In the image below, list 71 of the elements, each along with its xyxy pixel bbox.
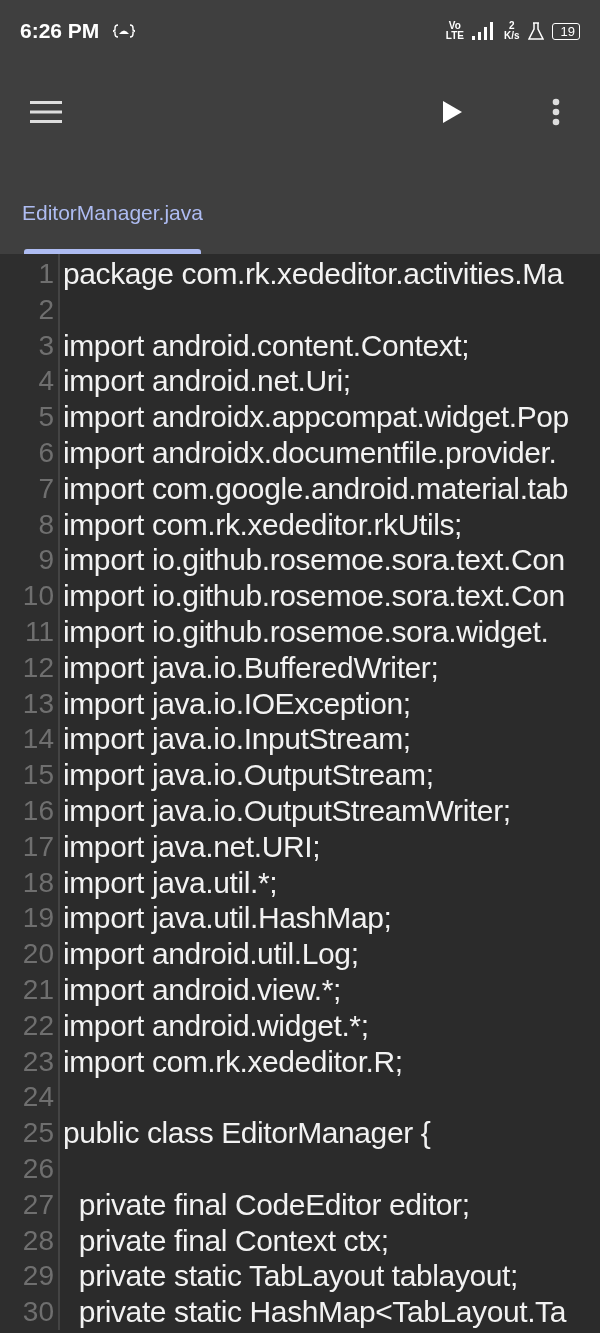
more-button[interactable]: [552, 98, 560, 126]
code-line: import java.io.IOException;: [63, 685, 411, 722]
run-button[interactable]: [442, 101, 462, 123]
menu-button[interactable]: [30, 101, 62, 123]
code-line: import java.io.InputStream;: [63, 721, 411, 758]
battery-level: 19: [551, 22, 580, 40]
code-line: import android.view.*;: [63, 971, 341, 1008]
code-line: import com.rk.xededitor.rkUtils;: [63, 506, 462, 543]
code-line: import java.io.OutputStream;: [63, 757, 434, 793]
code-line: import java.io.BufferedWriter;: [63, 649, 439, 686]
line-number: 29: [22, 1259, 55, 1294]
line-number: 24: [22, 1080, 55, 1115]
code-line: import android.util.Log;: [63, 936, 359, 972]
code-line: import java.net.URI;: [63, 828, 321, 865]
code-line: private static HashMap<TabLayout.Ta: [77, 1294, 566, 1330]
status-time: 6:26 PM: [20, 19, 100, 43]
code-line: import io.github.rosemoe.sora.widget.: [63, 613, 549, 650]
code-line: import android.net.Uri;: [63, 363, 351, 400]
play-icon: [442, 101, 462, 123]
code-line: import java.util.HashMap;: [63, 900, 392, 937]
code-line: private final CodeEditor editor;: [77, 1186, 470, 1223]
line-number: 10: [22, 579, 55, 614]
code-line: import android.content.Context;: [63, 327, 470, 364]
line-number: 2: [38, 292, 55, 327]
line-number: 27: [22, 1187, 55, 1222]
signal-icon: [471, 22, 496, 40]
network-speed: 2 K/s: [503, 21, 520, 41]
code-line: import io.github.rosemoe.sora.text.Con: [63, 542, 565, 579]
line-number: 17: [22, 829, 55, 864]
more-icon: [552, 98, 560, 126]
line-number: 9: [38, 543, 55, 578]
code-line: package com.rk.xededitor.activities.Ma: [63, 256, 564, 292]
line-number: 28: [22, 1223, 55, 1258]
line-number: 14: [22, 722, 55, 757]
code-line: private static TabLayout tablayout;: [77, 1258, 518, 1295]
code-line: import androidx.appcompat.widget.Pop: [63, 399, 569, 435]
code-line: import java.io.OutputStreamWriter;: [63, 792, 511, 829]
line-number: 12: [22, 650, 55, 685]
code-line: import androidx.documentfile.provider.: [63, 435, 557, 471]
line-number: 23: [22, 1044, 55, 1079]
line-number: 7: [38, 471, 55, 506]
code-line: import java.util.*;: [63, 864, 278, 901]
line-number: 16: [22, 793, 55, 828]
menu-icon: [30, 101, 62, 123]
line-number: 30: [22, 1295, 55, 1330]
line-number: 6: [38, 436, 55, 470]
line-number: 4: [38, 364, 55, 399]
line-number: 26: [22, 1151, 55, 1186]
line-number: 22: [22, 1008, 55, 1043]
line-number: 15: [22, 758, 55, 793]
code-line: import io.github.rosemoe.sora.text.Con: [63, 578, 565, 614]
line-number: 25: [22, 1116, 55, 1151]
line-number: 18: [22, 865, 55, 900]
line-number: 11: [24, 614, 55, 649]
code-line: private final Context ctx;: [77, 1222, 389, 1259]
network-type: Vo LTE: [445, 21, 464, 41]
line-number: 21: [22, 972, 55, 1007]
code-line: import com.rk.xededitor.R;: [63, 1043, 403, 1080]
flask-icon: [527, 22, 544, 40]
code-line: import android.widget.*;: [63, 1007, 369, 1044]
line-number: 5: [38, 400, 55, 435]
file-tab[interactable]: EditorManager.java: [22, 162, 203, 254]
line-number: 3: [38, 328, 55, 363]
line-number: 1: [38, 257, 55, 291]
line-number: 19: [22, 901, 55, 936]
line-number: 13: [22, 686, 55, 721]
line-number: 20: [22, 937, 55, 972]
line-number: 8: [38, 507, 55, 542]
code-line: import com.google.android.material.tab: [63, 470, 569, 507]
debug-icon: [113, 24, 136, 38]
code-line: public class EditorManager {: [63, 1115, 431, 1151]
